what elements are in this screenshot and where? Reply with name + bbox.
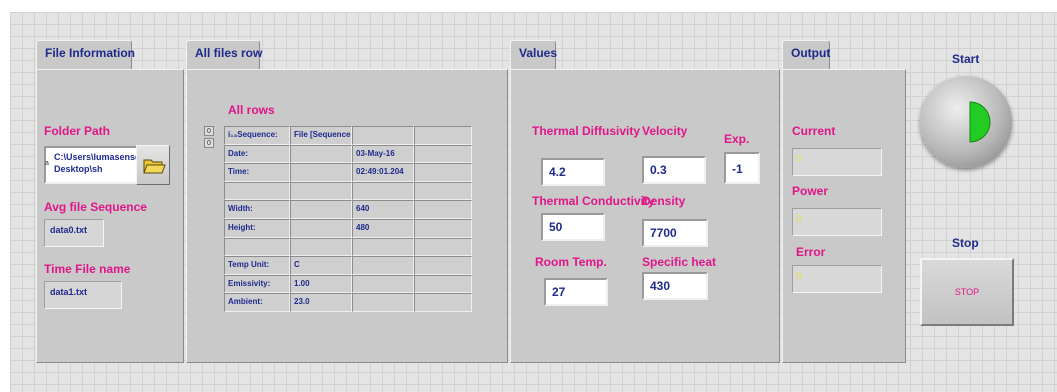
table-cell: 03-May-16 [352,144,414,164]
velocity-input[interactable]: 0.3 [642,156,706,184]
current-label: Current [792,124,836,138]
table-cell: File [Sequence- [290,126,352,145]
folder-path-line1: C:\Users\lumasense\ [54,152,143,162]
row-index-spinner-down[interactable]: 0 [204,138,214,148]
table-cell [290,144,352,164]
table-cell [290,200,352,219]
table-cell [290,163,352,182]
stop-button[interactable]: STOP [920,258,1014,326]
folder-path-label: Folder Path [44,124,111,138]
folder-path-indicator-icon: a [45,160,49,167]
table-cell: i₁₃Sequence: [224,126,290,145]
time-file-name-value: data1.txt [44,281,122,309]
table-cell: Emissivity: [224,274,290,294]
table-cell [290,181,352,201]
table-cell [352,293,414,312]
thermal-conductivity-label: Thermal Conductivity [532,194,655,208]
power-label: Power [792,184,829,198]
tab-values[interactable]: Values [510,40,557,70]
table-cell: 640 [352,200,414,219]
exp-label: Exp. [724,132,750,146]
file-information-panel [36,69,184,363]
table-cell: Height: [224,219,290,238]
density-input[interactable]: 7700 [642,219,708,247]
start-button[interactable] [920,76,1012,168]
table-cell: Date: [224,144,290,164]
folder-path-line2: Desktop\sh [54,164,103,174]
table-cell [414,144,472,164]
folder-path-field[interactable]: C:\Users\lumasense\ Desktop\sh [44,146,146,184]
table-cell: 1.00 [290,274,352,294]
table-cell [352,274,414,294]
current-indicator: 0 [792,148,882,176]
table-cell [414,274,472,294]
table-cell [414,219,472,238]
error-indicator: 0 [792,265,882,293]
power-indicator: 0 [792,208,882,236]
room-temp-input[interactable]: 27 [544,278,608,306]
table-cell [414,237,472,257]
play-icon [969,101,991,143]
room-temp-label: Room Temp. [535,255,607,269]
table-cell: 02:49:01.204 [352,163,414,182]
avg-file-sequence-label: Avg file Sequence [44,200,147,214]
table-cell [414,256,472,275]
table-cell [352,126,414,145]
table-cell: 23.0 [290,293,352,312]
folder-icon [143,159,166,174]
thermal-conductivity-input[interactable]: 50 [541,213,605,241]
table-cell [352,181,414,201]
table-cell: C [290,256,352,275]
table-cell [224,237,290,257]
table-cell [290,219,352,238]
table-cell [414,181,472,201]
all-rows-table[interactable]: i₁₃Sequence: File [Sequence- Date: 03-May-1… [224,126,472,312]
table-cell [414,163,472,182]
table-cell [414,293,472,312]
specific-heat-label: Specific heat [642,255,717,269]
density-label: Density [642,194,686,208]
tab-file-information[interactable]: File Information [36,40,135,70]
table-cell [414,126,472,145]
specific-heat-input[interactable]: 430 [642,272,708,300]
table-cell [352,256,414,275]
error-label: Error [796,245,826,259]
table-cell: Ambient: [224,293,290,312]
start-label: Start [952,52,980,66]
table-cell [352,237,414,257]
table-cell [224,181,290,201]
table-cell: Width: [224,200,290,219]
table-cell [290,237,352,257]
browse-folder-button[interactable] [136,145,170,185]
thermal-diffusivity-label: Thermal Diffusivity [532,124,641,138]
row-index-spinner-up[interactable]: 0 [204,126,214,136]
table-cell: 480 [352,219,414,238]
stop-label: Stop [952,236,979,250]
exp-input[interactable]: -1 [724,152,760,184]
all-rows-label: All rows [228,103,275,117]
tab-all-files-row[interactable]: All files row [186,40,262,70]
time-file-name-label: Time File name [44,262,131,276]
tab-output[interactable]: Output [782,40,830,70]
velocity-label: Velocity [642,124,688,138]
avg-file-sequence-value: data0.txt [44,219,104,247]
table-cell: Time: [224,163,290,182]
thermal-diffusivity-input[interactable]: 4.2 [541,158,605,186]
table-cell: Temp Unit: [224,256,290,275]
table-cell [414,200,472,219]
